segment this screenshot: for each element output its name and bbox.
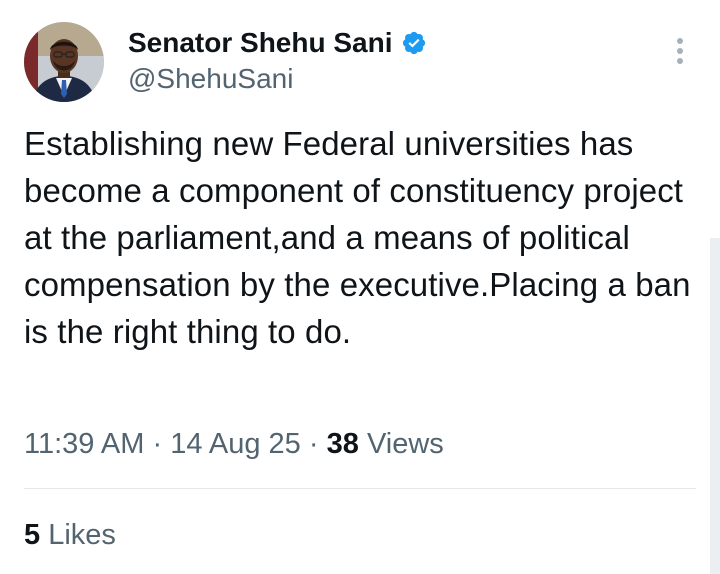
more-options-icon[interactable] (668, 38, 692, 70)
likes-count: 5 (24, 519, 41, 551)
meta-separator: · (308, 428, 319, 460)
tweet-time[interactable]: 11:39 AM (24, 428, 144, 460)
author-display-name-row[interactable]: Senator Shehu Sani (128, 26, 427, 60)
avatar-photo (24, 22, 104, 102)
divider (24, 488, 696, 489)
tweet-meta: 11:39 AM · 14 Aug 25 · 38 Views (24, 424, 444, 464)
tweet-date[interactable]: 14 Aug 25 (170, 428, 301, 460)
views-count: 38 (326, 428, 359, 460)
meta-separator: · (152, 428, 163, 460)
verified-badge-icon (402, 31, 425, 55)
tweet-text: Establishing new Federal universities ha… (24, 125, 691, 350)
author-handle[interactable]: @ShehuSani (128, 62, 293, 96)
views-label: Views (366, 428, 444, 460)
more-dot (677, 58, 683, 64)
author-display-name[interactable]: Senator Shehu Sani (128, 26, 393, 60)
likes-label: Likes (48, 519, 116, 551)
likes-link[interactable]: 5 Likes (24, 515, 116, 555)
scrollbar[interactable] (710, 238, 720, 574)
avatar[interactable] (24, 22, 104, 102)
more-dot (677, 48, 683, 54)
more-dot (677, 38, 683, 44)
